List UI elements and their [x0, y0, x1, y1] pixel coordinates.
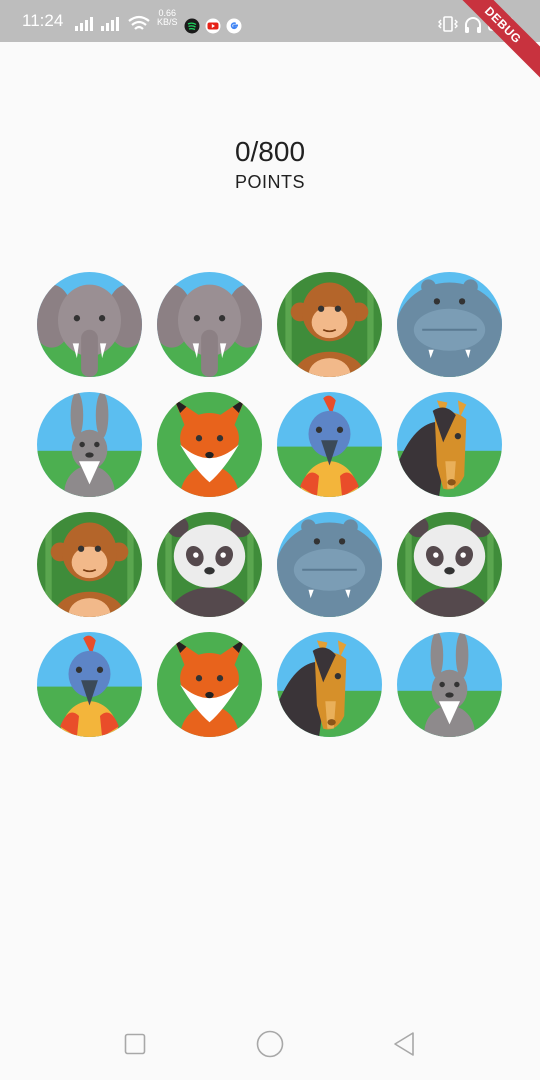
- card-parrot[interactable]: [37, 632, 142, 737]
- google-icon: [226, 18, 242, 34]
- recents-square-icon[interactable]: [124, 1033, 146, 1055]
- back-triangle-icon[interactable]: [392, 1031, 416, 1057]
- signal-icon: [101, 17, 119, 31]
- headphones-icon: [465, 17, 481, 33]
- card-fox[interactable]: [157, 632, 262, 737]
- card-fox[interactable]: [157, 392, 262, 497]
- card-panda[interactable]: [397, 512, 502, 617]
- card-rabbit[interactable]: [397, 632, 502, 737]
- status-time: 11:24: [22, 11, 64, 30]
- signal-icon: [75, 17, 93, 31]
- card-panda[interactable]: [157, 512, 262, 617]
- wifi-icon: [128, 15, 150, 30]
- home-circle-icon[interactable]: [256, 1030, 284, 1058]
- card-monkey[interactable]: [277, 272, 382, 377]
- card-hippo[interactable]: [397, 272, 502, 377]
- youtube-icon: [205, 18, 221, 34]
- card-elephant[interactable]: [157, 272, 262, 377]
- card-horse[interactable]: [397, 392, 502, 497]
- card-elephant[interactable]: [37, 272, 142, 377]
- card-rabbit[interactable]: [37, 392, 142, 497]
- vibrate-icon: [438, 16, 458, 32]
- status-bar: 11:24 0.66 KB/S: [0, 0, 540, 42]
- card-monkey[interactable]: [37, 512, 142, 617]
- score-value: 0/800: [234, 136, 306, 167]
- navigation-bar: [0, 1010, 540, 1080]
- spotify-icon: [184, 18, 200, 34]
- points-label: POINTS: [234, 172, 305, 192]
- network-speed: 0.66 KB/S: [157, 8, 178, 27]
- card-horse[interactable]: [277, 632, 382, 737]
- card-hippo[interactable]: [277, 512, 382, 617]
- card-parrot[interactable]: [277, 392, 382, 497]
